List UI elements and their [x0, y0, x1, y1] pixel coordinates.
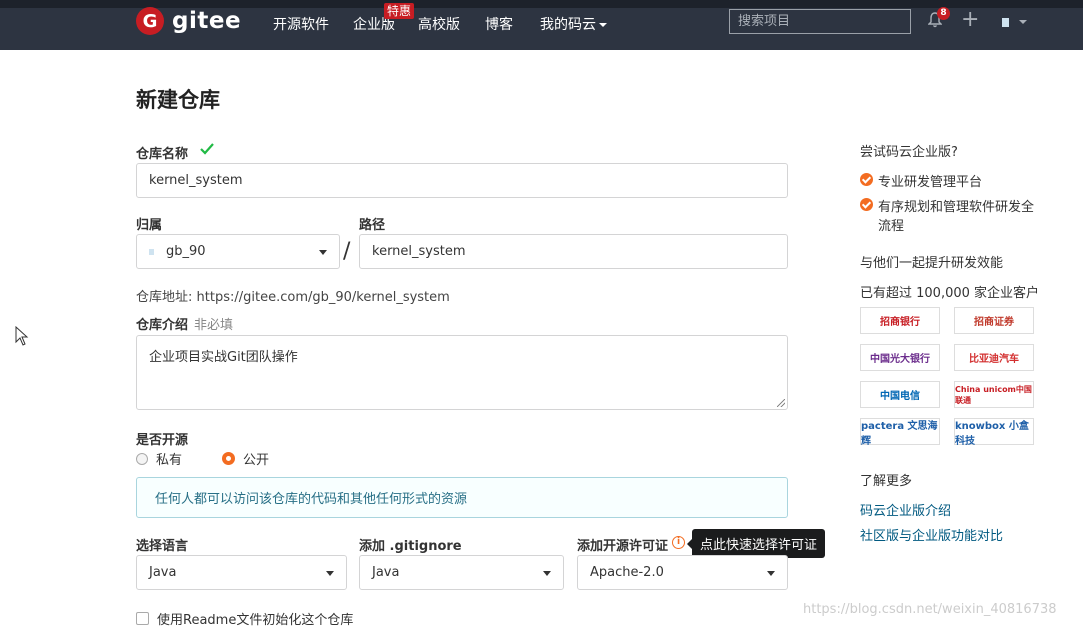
- feature-item: 专业研发管理平台: [860, 171, 982, 190]
- search-input[interactable]: [729, 9, 911, 34]
- mouse-cursor-icon: [15, 326, 29, 346]
- notification-count-badge: 8: [937, 7, 950, 20]
- owner-value: gb_90: [166, 244, 206, 259]
- check-circle-icon: [860, 173, 873, 186]
- path-separator: /: [343, 239, 351, 264]
- logo-cms: 招商证券: [954, 307, 1034, 334]
- gitee-logo-text: gitee: [172, 8, 242, 34]
- description-label-text: 仓库介绍: [136, 318, 189, 333]
- feature-text: 有序规划和管理软件研发全流程: [878, 200, 1035, 234]
- radio-off-icon[interactable]: [136, 452, 148, 465]
- license-value: Apache-2.0: [590, 565, 664, 580]
- nav-my-gitee-label: 我的码云: [540, 17, 596, 33]
- repo-name-label: 仓库名称: [136, 147, 189, 162]
- logo-telecom: 中国电信: [860, 381, 940, 408]
- gitee-logo-icon: G: [136, 7, 164, 35]
- nav-my-gitee[interactable]: 我的码云: [540, 14, 607, 34]
- feature-text: 专业研发管理平台: [878, 175, 983, 190]
- together-heading: 与他们一起提升研发效能: [860, 256, 1004, 271]
- logo-knowbox: knowbox 小盒科技: [954, 418, 1034, 447]
- nav-blog[interactable]: 博客: [485, 14, 513, 34]
- language-value: Java: [149, 565, 177, 580]
- logo-byd: 比亚迪汽车: [954, 344, 1034, 371]
- path-value: kernel_system: [372, 244, 466, 259]
- description-label: 仓库介绍 非必填: [136, 314, 233, 333]
- visibility-notice: 任何人都可以访问该仓库的代码和其他任何形式的资源: [136, 477, 788, 518]
- repo-address: 仓库地址: https://gitee.com/gb_90/kernel_sys…: [136, 286, 450, 305]
- readme-checkbox-label: 使用Readme文件初始化这个仓库: [157, 613, 354, 628]
- repo-name-value: kernel_system: [149, 173, 243, 188]
- check-circle-icon: [860, 198, 873, 211]
- feature-item: 有序规划和管理软件研发全流程: [860, 196, 1040, 234]
- visibility-notice-text: 任何人都可以访问该仓库的代码和其他任何形式的资源: [155, 492, 468, 507]
- radio-on-icon[interactable]: [222, 452, 235, 465]
- private-radio[interactable]: 私有: [136, 449, 182, 468]
- language-select[interactable]: Java: [136, 555, 347, 590]
- description-value: 企业项目实战Git团队操作: [149, 350, 298, 365]
- avatar[interactable]: [1002, 18, 1009, 27]
- learn-more-heading: 了解更多: [860, 474, 913, 489]
- logo-cmb: 招商银行: [860, 307, 940, 334]
- enterprise-intro-link[interactable]: 码云企业版介绍: [860, 500, 951, 519]
- readme-checkbox-row[interactable]: 使用Readme文件初始化这个仓库: [136, 609, 353, 628]
- resize-handle-icon[interactable]: [777, 399, 785, 407]
- gitee-logo[interactable]: G gitee: [136, 6, 241, 36]
- try-enterprise-heading: 尝试码云企业版?: [860, 145, 958, 160]
- logo-pactera: pactera 文思海辉: [860, 418, 940, 447]
- page-title: 新建仓库: [136, 88, 220, 112]
- customers-count: 已有超过 100,000 家企业客户: [860, 286, 1040, 301]
- repo-name-input[interactable]: kernel_system: [136, 163, 788, 198]
- gitignore-label: 添加 .gitignore: [359, 539, 462, 554]
- owner-select[interactable]: gb_90: [136, 234, 340, 269]
- logo-unicom: China unicom中国联通: [954, 381, 1034, 408]
- license-select[interactable]: Apache-2.0: [577, 555, 788, 590]
- owner-avatar: [149, 248, 154, 255]
- caret-down-icon: [326, 570, 334, 576]
- caret-down-icon: [319, 249, 327, 255]
- license-tooltip: 点此快速选择许可证: [686, 529, 826, 558]
- enterprise-promo-badge: 特惠: [384, 3, 415, 19]
- nav-education[interactable]: 高校版: [418, 14, 460, 34]
- path-label: 路径: [359, 218, 386, 233]
- repo-address-label: 仓库地址:: [136, 290, 193, 305]
- compare-editions-link[interactable]: 社区版与企业版功能对比: [860, 525, 1003, 544]
- caret-down-icon: [543, 570, 551, 576]
- nav-open-source[interactable]: 开源软件: [273, 14, 329, 34]
- chevron-down-icon[interactable]: [1019, 20, 1027, 24]
- description-textarea[interactable]: 企业项目实战Git团队操作: [136, 335, 788, 410]
- readme-checkbox[interactable]: [136, 612, 149, 625]
- check-icon: [200, 143, 214, 155]
- language-label: 选择语言: [136, 539, 189, 554]
- gitignore-select[interactable]: Java: [359, 555, 564, 590]
- info-icon[interactable]: i: [672, 536, 685, 549]
- logo-ceb: 中国光大银行: [860, 344, 940, 371]
- plus-icon[interactable]: +: [961, 9, 979, 31]
- public-radio[interactable]: 公开: [222, 449, 269, 468]
- caret-down-icon: [767, 570, 775, 576]
- path-input[interactable]: kernel_system: [359, 234, 788, 269]
- chevron-down-icon: [599, 23, 607, 27]
- owner-label: 归属: [136, 218, 163, 233]
- watermark: https://blog.csdn.net/weixin_40816738: [803, 602, 1057, 617]
- optional-hint: 非必填: [194, 318, 234, 333]
- repo-address-value: https://gitee.com/gb_90/kernel_system: [196, 290, 450, 305]
- open-source-label: 是否开源: [136, 433, 189, 448]
- private-radio-label: 私有: [156, 453, 183, 468]
- license-label: 添加开源许可证: [577, 539, 669, 554]
- public-radio-label: 公开: [243, 453, 270, 468]
- gitignore-value: Java: [372, 565, 400, 580]
